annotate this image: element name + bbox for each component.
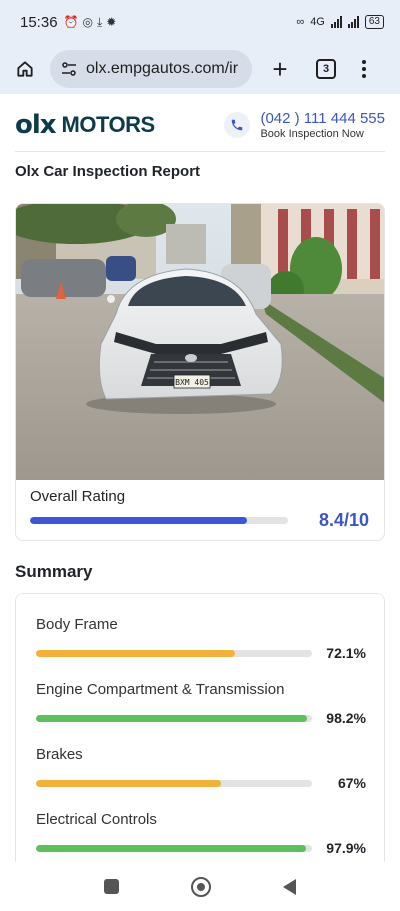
home-icon [17, 61, 33, 77]
tab-switcher-button[interactable]: 3 [316, 59, 336, 79]
home-nav-button[interactable] [191, 876, 211, 897]
signal-icon-2 [347, 16, 359, 28]
plus-icon: + [272, 53, 288, 84]
summary-label: Brakes [36, 746, 83, 763]
summary-item-brakes: Brakes 67% [36, 746, 366, 791]
summary-item-engine: Engine Compartment & Transmission 98.2% [36, 681, 366, 726]
browser-toolbar: olx.empgautos.com/ir + 3 [0, 44, 400, 94]
overall-rating-fill [30, 517, 247, 524]
hotspot-icon: ∞ [296, 16, 305, 28]
overall-rating-value: 8.4/10 [318, 510, 369, 530]
home-button[interactable] [10, 54, 40, 84]
logo-mark: olx [15, 109, 57, 140]
phone-icon [224, 111, 251, 138]
url-text[interactable]: olx.empgautos.com/ir [86, 60, 238, 78]
overall-rating-bar [30, 517, 288, 524]
signal-icon [330, 16, 342, 28]
summary-value: 67% [337, 775, 366, 791]
summary-bar [36, 780, 312, 787]
battery-icon: 63 [364, 15, 384, 29]
alarm-icon: ⏰ [63, 15, 79, 29]
summary-bar-fill [36, 845, 307, 852]
address-bar[interactable]: olx.empgautos.com/ir [50, 50, 252, 88]
summary-value: 97.9% [326, 840, 366, 856]
overflow-menu-icon[interactable] [362, 60, 366, 78]
download-icon: ⤓ [96, 14, 103, 29]
status-bar: 15:36 ⏰ ◎ ⤓ ✹ ∞ 4G 63 [0, 0, 400, 44]
summary-card: Body Frame 72.1% Engine Compartment & Tr… [15, 593, 385, 868]
summary-bar [36, 715, 312, 722]
summary-bar-fill [36, 650, 235, 657]
car-card: BXM 405 Overall Rating 8.4/10 [15, 203, 385, 541]
car-photo: BXM 405 [16, 204, 384, 480]
summary-heading: Summary [15, 562, 93, 581]
overall-rating-label: Overall Rating [30, 488, 126, 505]
summary-label: Engine Compartment & Transmission [36, 681, 285, 698]
back-button[interactable] [283, 878, 296, 895]
contact-phone[interactable]: (042 ) 111 444 555 [260, 110, 385, 127]
license-plate: BXM 405 [175, 378, 209, 387]
logo-text: MOTORS [61, 111, 156, 137]
page-title: Olx Car Inspection Report [15, 163, 201, 180]
summary-bar [36, 650, 312, 657]
system-indicators: ∞ 4G 63 [296, 15, 384, 29]
new-tab-button[interactable]: + [266, 53, 294, 84]
network-label: 4G [310, 16, 325, 28]
home-dot-icon [197, 882, 205, 891]
notification-icons: ⏰ ◎ ⤓ ✹ [64, 15, 117, 30]
whatsapp-icon: ◎ [82, 15, 93, 29]
gear-icon: ✹ [106, 15, 117, 29]
recents-button[interactable] [104, 879, 119, 894]
contact-block[interactable]: (042 ) 111 444 555 Book Inspection Now [224, 110, 385, 140]
contact-text: (042 ) 111 444 555 Book Inspection Now [260, 110, 385, 140]
system-nav-bar [0, 862, 400, 911]
status-time: 15:36 [20, 13, 58, 31]
olx-motors-logo[interactable]: olx MOTORS [15, 110, 155, 140]
summary-bar-fill [36, 780, 221, 787]
summary-value: 98.2% [326, 710, 366, 726]
summary-bar-fill [36, 715, 308, 722]
book-inspection-link[interactable]: Book Inspection Now [260, 128, 385, 140]
summary-item-electrical: Electrical Controls 97.9% [36, 811, 366, 856]
summary-label: Electrical Controls [36, 811, 157, 828]
summary-bar [36, 845, 312, 852]
summary-value: 72.1% [326, 645, 366, 661]
summary-item-body-frame: Body Frame 72.1% [36, 616, 366, 661]
site-header: olx MOTORS (042 ) 111 444 555 Book Inspe… [15, 98, 385, 152]
site-settings-icon[interactable] [60, 60, 78, 78]
summary-label: Body Frame [36, 616, 118, 633]
